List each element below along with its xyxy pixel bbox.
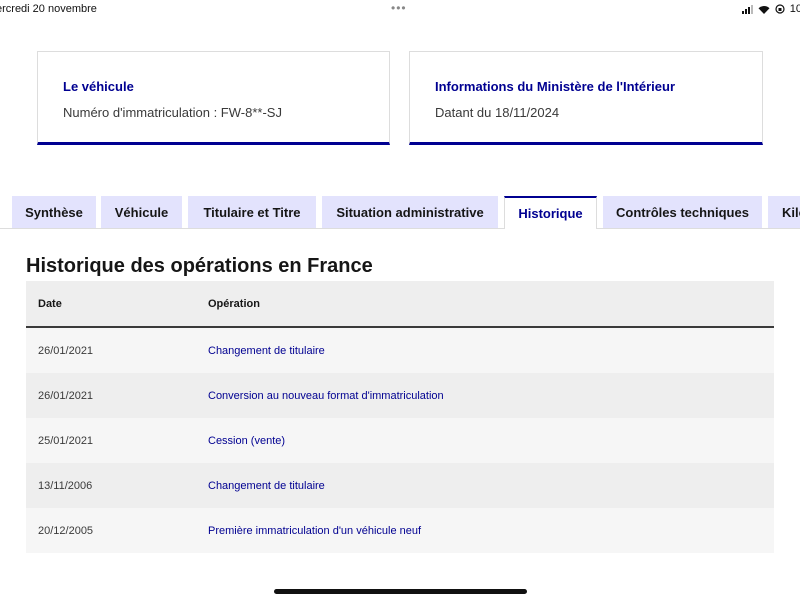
table-body: 26/01/2021 Changement de titulaire 26/01… xyxy=(26,328,774,553)
registration-number: Numéro d'immatriculation : FW-8**-SJ xyxy=(63,105,282,120)
status-bar: ercredi 20 novembre ••• 10 xyxy=(0,0,800,20)
row-operation[interactable]: Changement de titulaire xyxy=(208,345,325,357)
ministry-date: Datant du 18/11/2024 xyxy=(435,105,560,120)
rotation-lock-icon xyxy=(775,4,785,14)
cellular-signal-icon xyxy=(741,4,753,14)
status-indicators: 10 xyxy=(741,3,800,15)
ministry-card: Informations du Ministère de l'Intérieur… xyxy=(409,51,763,145)
home-indicator[interactable] xyxy=(274,589,527,594)
row-operation[interactable]: Changement de titulaire xyxy=(208,480,325,492)
status-date: ercredi 20 novembre xyxy=(0,3,97,15)
row-date: 25/01/2021 xyxy=(38,434,94,447)
row-operation[interactable]: Première immatriculation d'un véhicule n… xyxy=(208,525,421,537)
ministry-card-title: Informations du Ministère de l'Intérieur xyxy=(435,79,676,94)
tab-situation-administrative[interactable]: Situation administrative xyxy=(322,196,498,228)
row-operation[interactable]: Cession (vente) xyxy=(208,435,285,447)
history-section-title: Historique des opérations en France xyxy=(26,255,373,277)
table-row: 25/01/2021 Cession (vente) xyxy=(26,418,774,463)
row-date: 26/01/2021 xyxy=(38,344,94,357)
tab-historique[interactable]: Historique xyxy=(504,196,597,229)
multitasking-dots-icon[interactable]: ••• xyxy=(391,1,407,15)
tab-kilometrage[interactable]: Kilo xyxy=(768,196,800,228)
tab-titulaire-et-titre[interactable]: Titulaire et Titre xyxy=(188,196,316,228)
tab-vehicule[interactable]: Véhicule xyxy=(101,196,182,228)
date-column-header: Date xyxy=(38,297,62,310)
row-date: 26/01/2021 xyxy=(38,389,94,402)
table-row: 26/01/2021 Conversion au nouveau format … xyxy=(26,373,774,418)
operation-column-header: Opération xyxy=(208,297,260,310)
tab-synthese[interactable]: Synthèse xyxy=(12,196,96,228)
table-row: 13/11/2006 Changement de titulaire xyxy=(26,463,774,508)
tab-bar: Synthèse Véhicule Titulaire et Titre Sit… xyxy=(0,196,800,229)
table-row: 20/12/2005 Première immatriculation d'un… xyxy=(26,508,774,553)
row-operation[interactable]: Conversion au nouveau format d'immatricu… xyxy=(208,390,444,402)
row-date: 20/12/2005 xyxy=(38,524,94,537)
vehicle-card: Le véhicule Numéro d'immatriculation : F… xyxy=(37,51,390,145)
wifi-icon xyxy=(758,5,770,14)
history-table: Date Opération 26/01/2021 Changement de … xyxy=(26,281,774,553)
table-row: 26/01/2021 Changement de titulaire xyxy=(26,328,774,373)
battery-level: 10 xyxy=(789,3,800,15)
vehicle-card-title: Le véhicule xyxy=(63,79,134,94)
tab-controles-techniques[interactable]: Contrôles techniques xyxy=(603,196,762,228)
row-date: 13/11/2006 xyxy=(38,479,93,492)
table-header: Date Opération xyxy=(26,281,774,328)
